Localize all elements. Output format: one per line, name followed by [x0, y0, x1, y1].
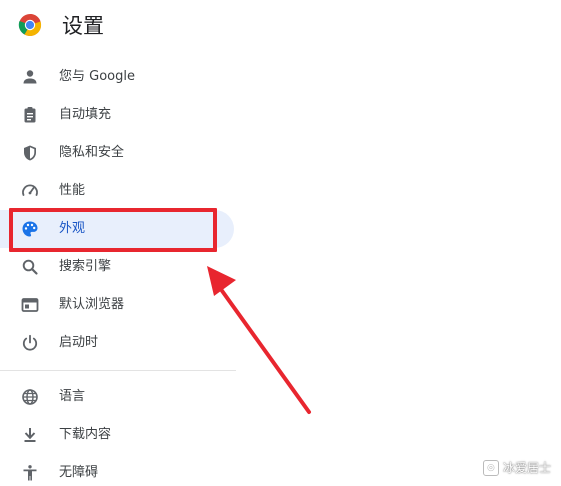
sidebar-item-languages[interactable]: 语言: [0, 378, 234, 416]
watermark-text: 冰爱居士: [502, 461, 551, 475]
sidebar-item-label: 隐私和安全: [59, 145, 125, 160]
globe-icon: [21, 388, 39, 406]
sidebar-item-label: 搜索引擎: [59, 259, 112, 274]
speedometer-icon: [21, 182, 39, 200]
accessibility-icon: [21, 464, 39, 482]
sidebar-item-search-engine[interactable]: 搜索引擎: [0, 248, 234, 286]
sidebar-item-default-browser[interactable]: 默认浏览器: [0, 286, 234, 324]
sidebar-item-label: 无障碍: [59, 465, 99, 480]
browser-window-icon: [21, 296, 39, 314]
power-icon: [21, 334, 39, 352]
sidebar-item-label: 启动时: [59, 335, 99, 350]
sidebar-divider: [0, 370, 236, 371]
shield-icon: [21, 144, 39, 162]
sidebar-item-accessibility[interactable]: 无障碍: [0, 454, 234, 486]
sidebar-item-appearance[interactable]: 外观: [0, 210, 234, 248]
sidebar-item-downloads[interactable]: 下载内容: [0, 416, 234, 454]
palette-icon: [21, 220, 39, 238]
sidebar-item-autofill[interactable]: 自动填充: [0, 96, 234, 134]
sidebar-item-label: 性能: [59, 183, 86, 198]
sidebar-item-performance[interactable]: 性能: [0, 172, 234, 210]
search-icon: [21, 258, 39, 276]
person-icon: [21, 68, 39, 86]
page-title: 设置: [62, 14, 104, 38]
sidebar-item-label: 下载内容: [59, 427, 112, 442]
sidebar-item-privacy-security[interactable]: 隐私和安全: [0, 134, 234, 172]
sidebar-item-you-and-google[interactable]: 您与 Google: [0, 58, 234, 96]
chrome-logo-icon: [18, 13, 42, 37]
download-icon: [21, 426, 39, 444]
settings-header: 设置: [0, 0, 561, 52]
watermark: ◎ 冰爱居士: [482, 459, 551, 476]
settings-page: 设置 您与 Google 自动填充 隐私和安全 性能 外观 搜索引擎 默认浏览器…: [0, 0, 561, 486]
watermark-logo-icon: ◎: [482, 459, 499, 476]
sidebar-item-on-startup[interactable]: 启动时: [0, 324, 234, 362]
sidebar-item-label: 语言: [59, 389, 86, 404]
sidebar-item-label: 外观: [59, 221, 86, 236]
sidebar-item-label: 您与 Google: [59, 69, 135, 84]
sidebar-item-label: 自动填充: [59, 107, 112, 122]
clipboard-icon: [21, 106, 39, 124]
sidebar-item-label: 默认浏览器: [59, 297, 125, 312]
